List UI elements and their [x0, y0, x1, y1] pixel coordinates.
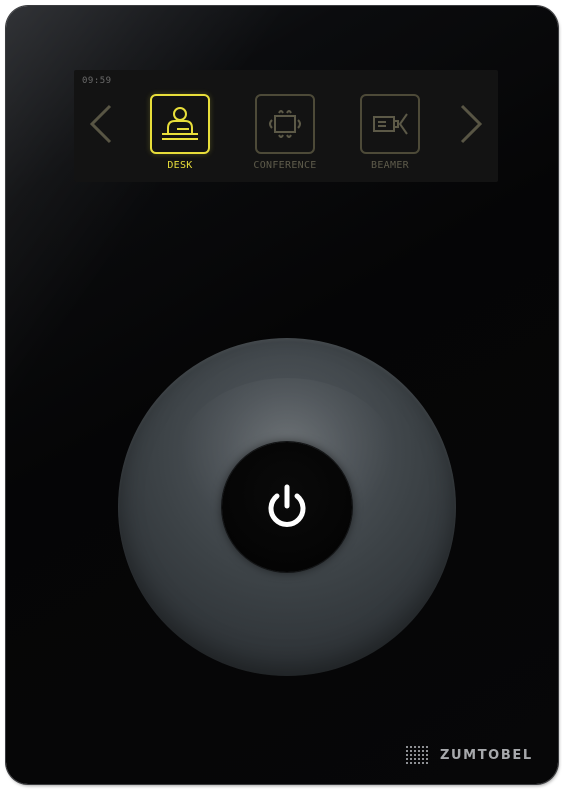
power-button[interactable]	[222, 442, 352, 572]
chevron-left-icon	[89, 104, 112, 144]
power-icon	[268, 484, 306, 527]
control-panel: 09:59 DESK CONFERENCE BEAMER ZUMTOBEL	[6, 6, 558, 784]
conference-table-icon	[269, 110, 301, 138]
mode-conference[interactable]: CONFERENCE	[249, 94, 321, 171]
oled-display: 09:59 DESK CONFERENCE BEAMER	[74, 70, 498, 182]
next-mode-button[interactable]	[456, 102, 486, 146]
chevron-right-icon	[460, 104, 483, 144]
desk-icon	[162, 107, 198, 140]
mode-desk-label: DESK	[167, 160, 193, 171]
brand-name: ZUMTOBEL	[440, 747, 533, 763]
projector-icon	[373, 113, 408, 135]
mode-desk-tile	[150, 94, 210, 154]
mode-conference-label: CONFERENCE	[253, 160, 317, 171]
zumtobel-logo-icon	[406, 746, 428, 764]
mode-conference-tile	[255, 94, 315, 154]
brand: ZUMTOBEL	[406, 746, 533, 764]
previous-mode-button[interactable]	[86, 102, 116, 146]
mode-beamer[interactable]: BEAMER	[354, 94, 426, 171]
mode-beamer-label: BEAMER	[371, 160, 409, 171]
clock-time: 09:59	[82, 76, 112, 86]
mode-beamer-tile	[360, 94, 420, 154]
mode-desk[interactable]: DESK	[144, 94, 216, 171]
